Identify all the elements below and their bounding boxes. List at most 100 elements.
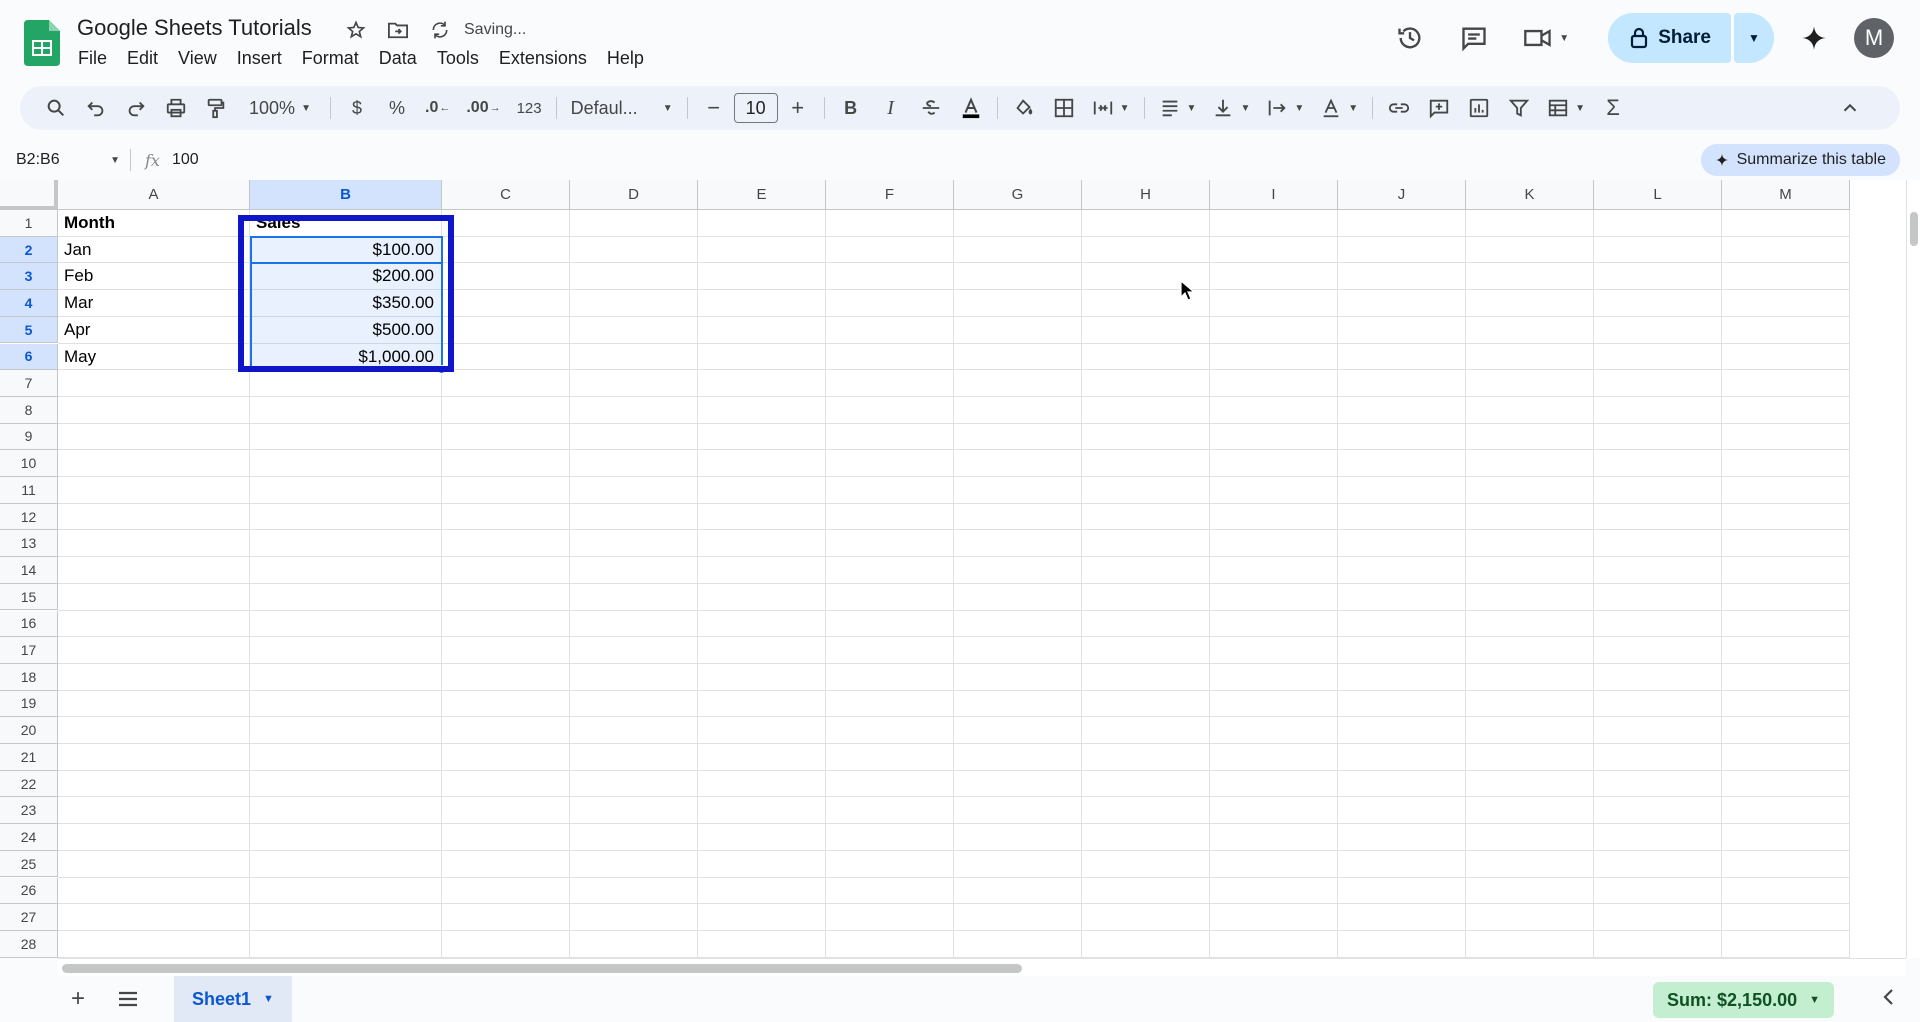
decrease-decimal-button[interactable]: .0 ← xyxy=(421,92,454,124)
column-header-d[interactable]: D xyxy=(570,180,698,210)
column-header-h[interactable]: H xyxy=(1082,180,1210,210)
font-size-input[interactable]: 10 xyxy=(733,93,778,123)
decrease-font-size-button[interactable]: − xyxy=(698,92,730,124)
cell-month[interactable]: Jan xyxy=(58,237,250,263)
comments-icon[interactable] xyxy=(1452,16,1496,60)
search-menus-icon[interactable] xyxy=(40,92,72,124)
borders-icon[interactable] xyxy=(1048,92,1080,124)
row-header-13[interactable]: 13 xyxy=(0,530,58,558)
row-header-25[interactable]: 25 xyxy=(0,850,58,878)
all-sheets-icon[interactable] xyxy=(108,979,148,1019)
zoom-select[interactable]: 100% ▼ xyxy=(240,92,320,124)
vertical-align-icon[interactable]: ▼ xyxy=(1208,92,1254,124)
row-header-12[interactable]: 12 xyxy=(0,503,58,531)
merge-cells-icon[interactable]: ▼ xyxy=(1088,92,1134,124)
version-history-icon[interactable] xyxy=(1388,16,1432,60)
cell-month[interactable]: Mar xyxy=(58,290,250,316)
column-header-g[interactable]: G xyxy=(954,180,1082,210)
menu-data[interactable]: Data xyxy=(369,46,427,70)
increase-font-size-button[interactable]: + xyxy=(782,92,814,124)
text-wrapping-icon[interactable]: ▼ xyxy=(1262,92,1308,124)
insert-comment-icon[interactable] xyxy=(1423,92,1455,124)
horizontal-scroll-thumb[interactable] xyxy=(62,964,1022,973)
font-select[interactable]: Defaul... ▼ xyxy=(567,92,677,124)
collapse-menus-icon[interactable] xyxy=(1834,92,1866,124)
star-icon[interactable] xyxy=(344,18,368,42)
row-header-3[interactable]: 3 xyxy=(0,263,58,291)
row-header-23[interactable]: 23 xyxy=(0,797,58,825)
text-color-icon[interactable] xyxy=(955,92,987,124)
row-header-22[interactable]: 22 xyxy=(0,770,58,798)
sheet-tab-sheet1[interactable]: Sheet1 ▼ xyxy=(174,976,292,1022)
vertical-scroll-thumb[interactable] xyxy=(1910,212,1918,246)
menu-view[interactable]: View xyxy=(168,46,227,70)
increase-decimal-button[interactable]: .00 → xyxy=(462,92,504,124)
column-header-c[interactable]: C xyxy=(442,180,570,210)
bold-button[interactable]: B xyxy=(835,92,867,124)
format-currency-button[interactable]: $ xyxy=(341,92,373,124)
side-panel-toggle-icon[interactable] xyxy=(1878,984,1900,1015)
share-button[interactable]: Share xyxy=(1608,13,1731,63)
row-header-9[interactable]: 9 xyxy=(0,423,58,451)
row-header-1[interactable]: 1 xyxy=(0,210,58,237)
document-title[interactable]: Google Sheets Tutorials xyxy=(77,15,312,41)
column-header-l[interactable]: L xyxy=(1594,180,1722,210)
column-header-e[interactable]: E xyxy=(698,180,826,210)
summarize-table-button[interactable]: Summarize this table xyxy=(1700,144,1900,176)
row-header-5[interactable]: 5 xyxy=(0,316,58,344)
row-header-18[interactable]: 18 xyxy=(0,663,58,691)
cell-a1[interactable]: Month xyxy=(58,210,250,236)
row-header-15[interactable]: 15 xyxy=(0,583,58,611)
column-header-f[interactable]: F xyxy=(826,180,954,210)
move-folder-icon[interactable] xyxy=(386,18,410,42)
row-header-17[interactable]: 17 xyxy=(0,637,58,664)
row-header-7[interactable]: 7 xyxy=(0,370,58,397)
row-header-14[interactable]: 14 xyxy=(0,557,58,584)
meet-dropdown-icon[interactable]: ▼ xyxy=(1559,33,1569,44)
italic-button[interactable]: I xyxy=(875,92,907,124)
fill-color-icon[interactable] xyxy=(1008,92,1040,124)
row-header-26[interactable]: 26 xyxy=(0,877,58,905)
row-header-6[interactable]: 6 xyxy=(0,343,58,371)
spreadsheet-grid[interactable]: A B C D E F G H I J K L M 1 2 3 4 5 6 7 8 9 10 11 12 13 14 15 16 17 18… xyxy=(0,180,1906,958)
filter-icon[interactable] xyxy=(1503,92,1535,124)
cell-month[interactable]: May xyxy=(58,344,250,370)
chevron-down-icon[interactable]: ▼ xyxy=(263,993,274,1005)
horizontal-align-icon[interactable]: ▼ xyxy=(1155,92,1201,124)
share-dropdown-button[interactable]: ▼ xyxy=(1734,13,1774,63)
horizontal-scrollbar[interactable] xyxy=(58,958,1906,976)
format-percent-button[interactable]: % xyxy=(381,92,413,124)
row-header-21[interactable]: 21 xyxy=(0,744,58,771)
strikethrough-icon[interactable] xyxy=(915,92,947,124)
insert-link-icon[interactable] xyxy=(1383,92,1415,124)
column-header-k[interactable]: K xyxy=(1466,180,1594,210)
row-header-10[interactable]: 10 xyxy=(0,450,58,477)
menu-edit[interactable]: Edit xyxy=(117,46,168,70)
row-header-16[interactable]: 16 xyxy=(0,610,58,638)
column-header-j[interactable]: J xyxy=(1338,180,1466,210)
insert-chart-icon[interactable] xyxy=(1463,92,1495,124)
row-header-11[interactable]: 11 xyxy=(0,477,58,504)
column-header-m[interactable]: M xyxy=(1722,180,1850,210)
menu-extensions[interactable]: Extensions xyxy=(489,46,597,70)
functions-button[interactable]: Σ xyxy=(1597,92,1629,124)
gemini-sparkle-icon[interactable] xyxy=(1794,18,1834,58)
row-header-2[interactable]: 2 xyxy=(0,236,58,264)
paint-format-icon[interactable] xyxy=(200,92,232,124)
add-sheet-icon[interactable]: + xyxy=(58,979,98,1019)
print-icon[interactable] xyxy=(160,92,192,124)
row-header-27[interactable]: 27 xyxy=(0,904,58,931)
row-header-24[interactable]: 24 xyxy=(0,824,58,851)
row-header-28[interactable]: 28 xyxy=(0,930,58,958)
undo-icon[interactable] xyxy=(80,92,112,124)
column-header-a[interactable]: A xyxy=(58,180,250,210)
meet-icon[interactable]: ▼ xyxy=(1518,16,1574,60)
account-avatar[interactable]: M xyxy=(1854,18,1894,58)
menu-file[interactable]: File xyxy=(68,46,117,70)
more-formats-button[interactable]: 123 xyxy=(513,92,546,124)
menu-format[interactable]: Format xyxy=(292,46,369,70)
select-all-corner[interactable] xyxy=(0,180,58,210)
column-header-b[interactable]: B xyxy=(250,180,442,210)
menu-help[interactable]: Help xyxy=(597,46,654,70)
sheets-logo-icon[interactable] xyxy=(24,20,60,66)
